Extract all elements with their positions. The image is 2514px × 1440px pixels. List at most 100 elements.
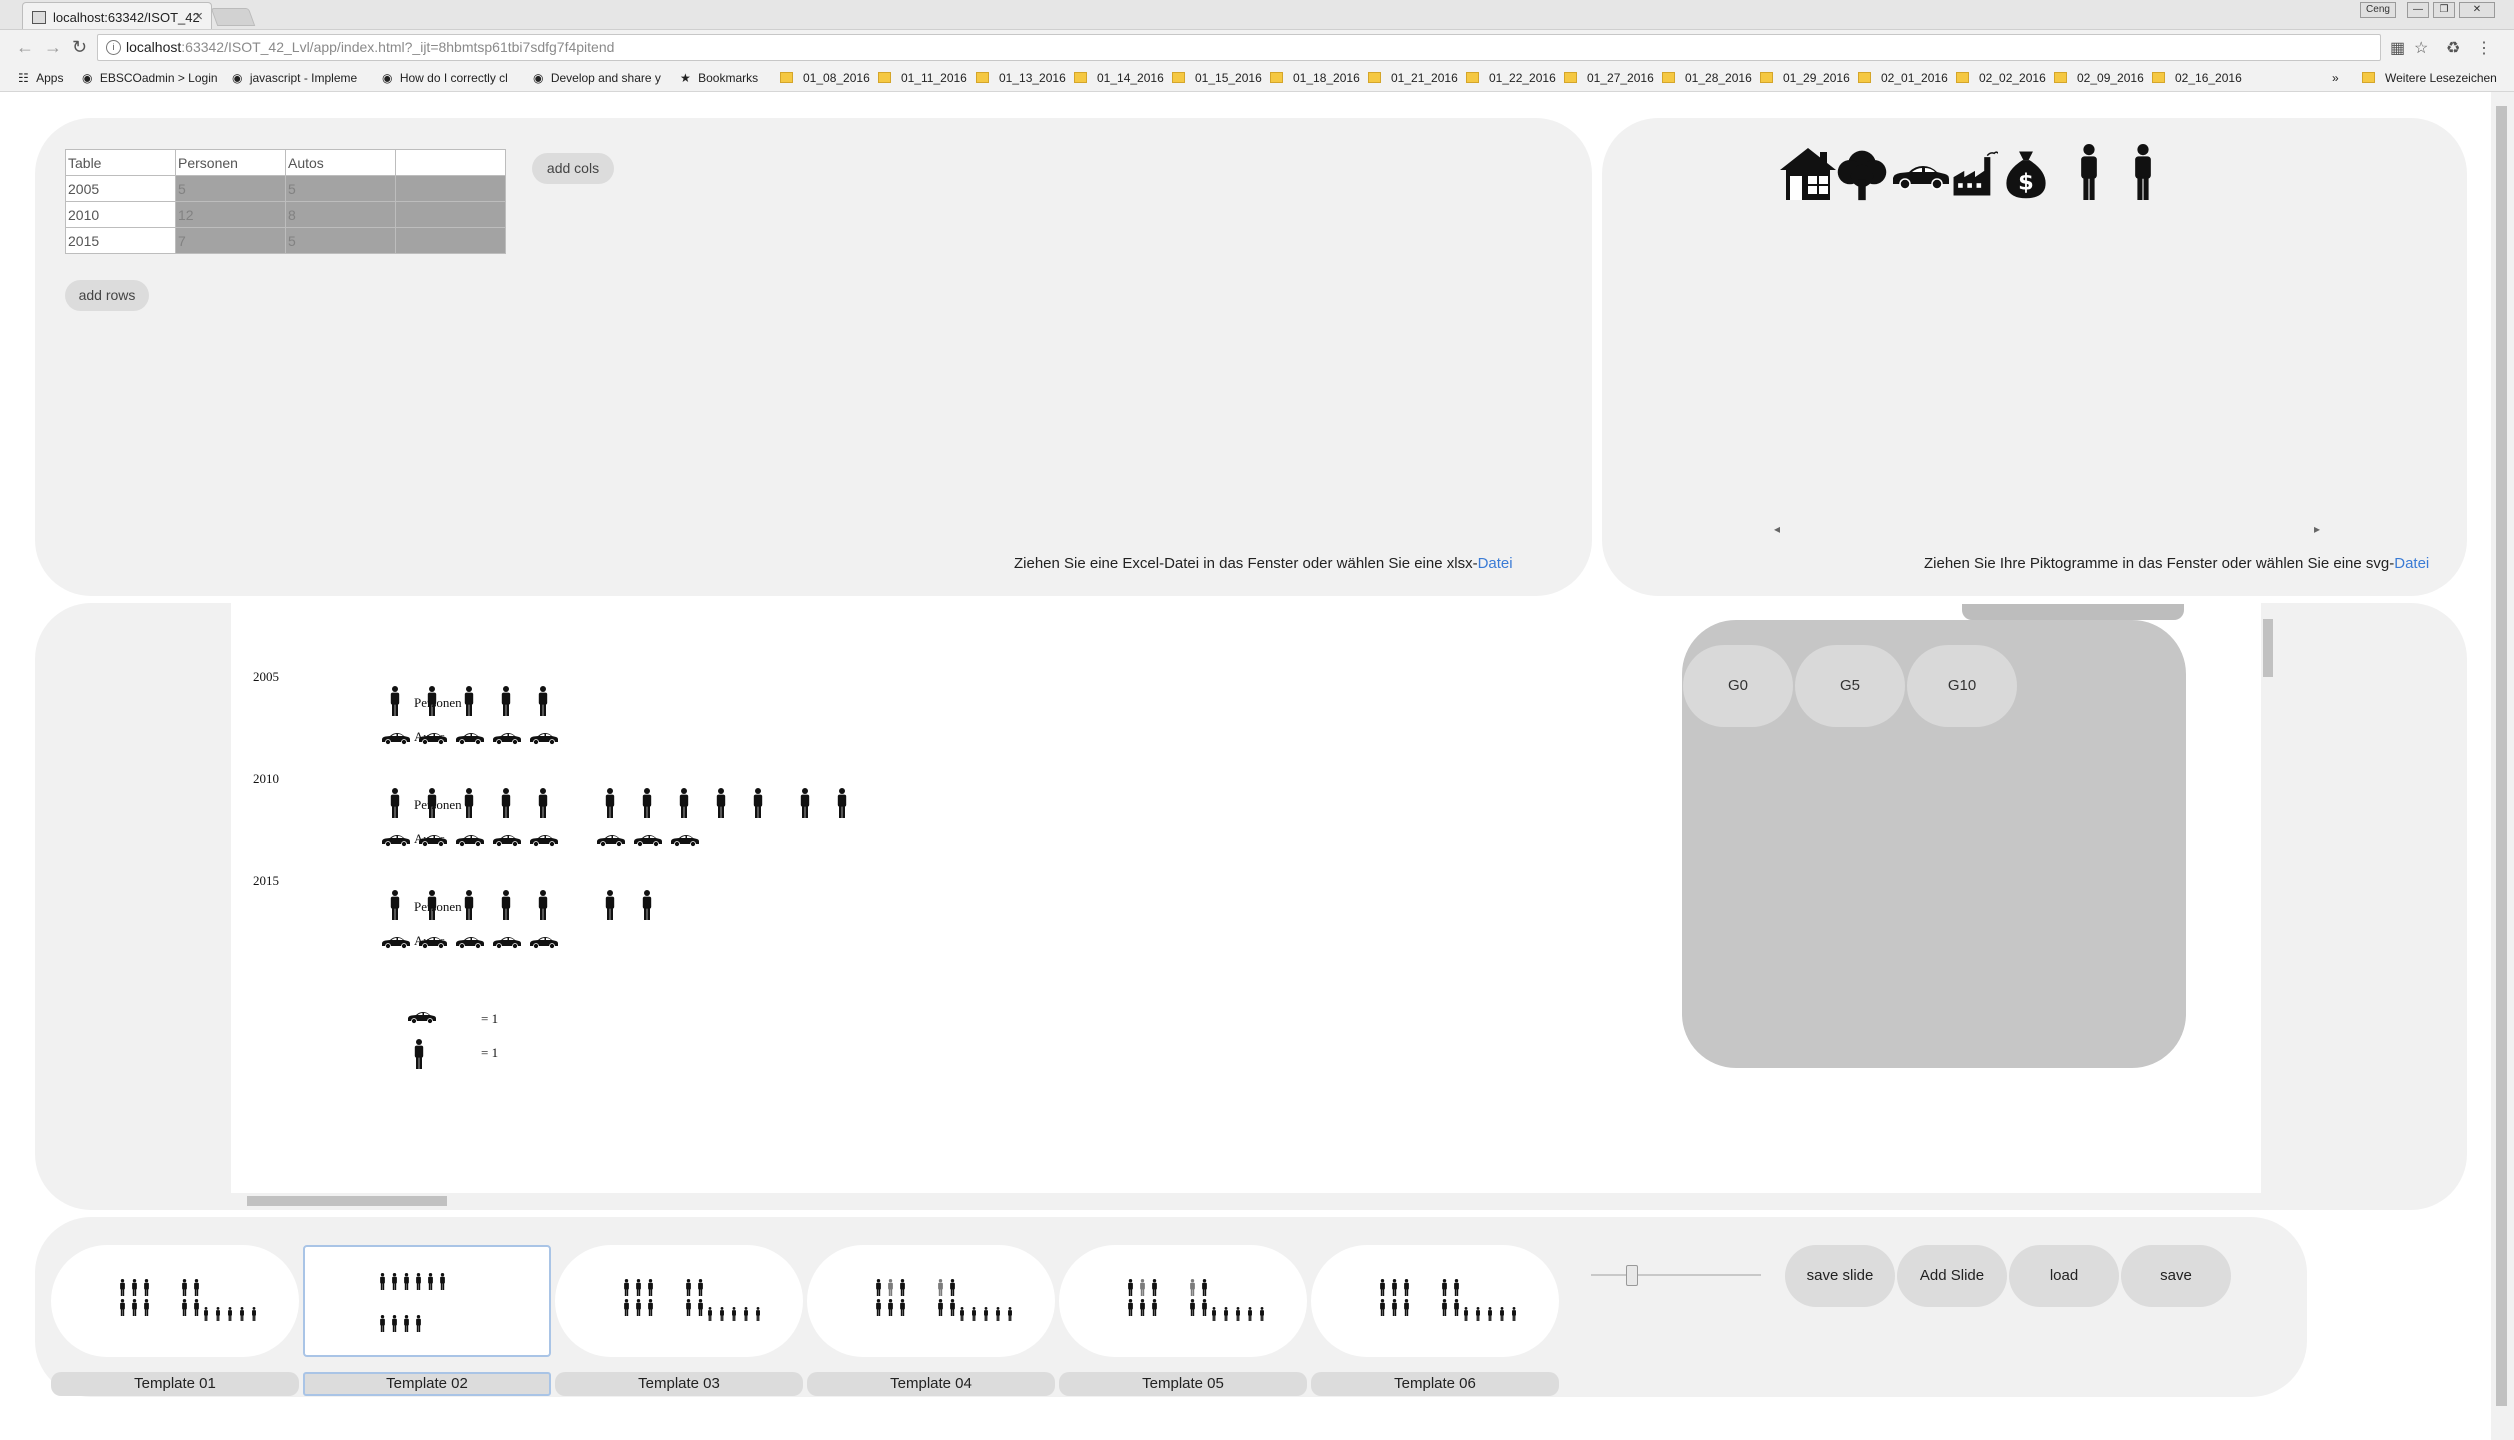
back-arrow-icon[interactable]: ← [16,37,34,58]
address-bar[interactable]: i localhost:63342/ISOT_42_Lvl/app/index.… [97,34,2381,61]
add-slide-button[interactable]: Add Slide [1897,1245,2007,1307]
minimize-button[interactable]: — [2407,2,2429,18]
table-header-cell[interactable] [395,149,506,176]
bookmark-item[interactable]: ◉ javascript - Impleme [232,71,357,85]
person-icon[interactable] [2074,144,2104,204]
bookmark-item[interactable]: 01_21_2016 [1368,71,1458,85]
pictogram-scrollbar[interactable]: ◂ ▸ [1774,522,2320,538]
extension-icon[interactable]: ♻ [2446,38,2460,58]
bookmark-item[interactable]: 02_01_2016 [1858,71,1948,85]
canvas-horizontal-scrollbar-thumb[interactable] [247,1196,447,1206]
template-thumbnail[interactable] [555,1245,803,1357]
other-bookmarks[interactable]: Weitere Lesezeichen [2362,71,2497,85]
close-window-button[interactable]: ✕ [2459,2,2495,18]
template-label[interactable]: Template 06 [1311,1372,1559,1396]
apps-bookmark[interactable]: ☷ Apps [18,71,63,85]
template-label[interactable]: Template 03 [555,1372,803,1396]
template-label[interactable]: Template 01 [51,1372,299,1396]
group-button-g0[interactable]: G0 [1683,645,1793,727]
house-icon[interactable] [1778,144,1838,204]
load-button[interactable]: load [2009,1245,2119,1307]
bookmark-star-icon[interactable]: ☆ [2414,38,2428,58]
money-bag-icon[interactable] [2000,144,2052,204]
info-icon[interactable]: i [106,40,121,55]
bookmark-item[interactable]: 01_28_2016 [1662,71,1752,85]
bookmark-item[interactable]: 01_15_2016 [1172,71,1262,85]
table-header-cell[interactable]: Autos [285,149,396,176]
table-cell[interactable]: 2015 [65,227,176,254]
template-thumbnail[interactable] [51,1245,299,1357]
table-cell[interactable]: 5 [285,175,396,202]
bookmark-item[interactable]: 02_02_2016 [1956,71,2046,85]
template-label[interactable]: Template 02 [303,1372,551,1396]
table-cell[interactable] [395,201,506,228]
template-label[interactable]: Template 05 [1059,1372,1307,1396]
bookmark-item[interactable]: 01_22_2016 [1466,71,1556,85]
scroll-left-icon[interactable]: ◂ [1774,522,1780,536]
tree-icon[interactable] [1834,144,1890,204]
bookmark-item[interactable]: 01_18_2016 [1270,71,1360,85]
table-cell[interactable] [395,227,506,254]
table-cell[interactable]: 5 [285,227,396,254]
template-thumbnail[interactable] [1059,1245,1307,1357]
table-cell[interactable]: 5 [175,175,286,202]
save-slide-button[interactable]: save slide [1785,1245,1895,1307]
group-button-g5[interactable]: G5 [1795,645,1905,727]
zoom-slider[interactable] [1591,1265,1761,1286]
template-thumbnail[interactable] [1311,1245,1559,1357]
person-icon[interactable] [2128,144,2158,204]
bookmark-item[interactable]: ◉ How do I correctly cl [382,71,508,85]
table-cell[interactable] [395,175,506,202]
table-cell[interactable]: 2005 [65,175,176,202]
new-tab-button[interactable] [210,8,256,26]
bookmarks-overflow-button[interactable]: » [2332,71,2339,85]
bookmark-label: How do I correctly cl [399,71,508,85]
save-button[interactable]: save [2121,1245,2231,1307]
bookmark-item[interactable]: 01_29_2016 [1760,71,1850,85]
bookmark-item[interactable]: ◉ Develop and share y [533,71,661,85]
factory-icon[interactable] [1952,144,1998,204]
zoom-slider-knob[interactable] [1626,1265,1638,1286]
add-cols-button[interactable]: add cols [532,153,614,184]
bookmark-item[interactable]: 01_13_2016 [976,71,1066,85]
template-thumbnail[interactable] [807,1245,1055,1357]
maximize-button[interactable]: ❐ [2433,2,2455,18]
page-scrollbar-thumb[interactable] [2496,106,2507,1406]
profile-button[interactable]: Ceng [2360,2,2396,18]
reload-icon[interactable]: ↻ [72,37,87,58]
bookmark-item[interactable]: 01_14_2016 [1074,71,1164,85]
browser-tab-active[interactable]: localhost:63342/ISOT_42 × [22,2,212,29]
bookmark-item[interactable]: ★ Bookmarks [680,71,758,85]
canvas-vertical-scrollbar[interactable] [2261,603,2275,1193]
canvas-horizontal-scrollbar[interactable] [233,1193,2258,1208]
car-icon [670,834,700,847]
excel-file-link[interactable]: Datei [1478,555,1513,572]
template-thumbnail[interactable] [303,1245,551,1357]
bookmark-item[interactable]: 02_16_2016 [2152,71,2242,85]
scroll-right-icon[interactable]: ▸ [2314,522,2320,536]
table-cell[interactable]: 12 [175,201,286,228]
close-tab-icon[interactable]: × [194,8,203,25]
bookmark-item[interactable]: 02_09_2016 [2054,71,2144,85]
group-button-g10[interactable]: G10 [1907,645,2017,727]
table-cell[interactable]: 7 [175,227,286,254]
menu-icon[interactable]: ⋮ [2476,38,2492,58]
canvas-vertical-scrollbar-thumb[interactable] [2263,619,2273,677]
template-label[interactable]: Template 04 [807,1372,1055,1396]
bookmark-item[interactable]: 01_08_2016 [780,71,870,85]
add-rows-button[interactable]: add rows [65,280,149,311]
group-panel-handle[interactable] [1962,604,2184,620]
table-cell[interactable]: 8 [285,201,396,228]
page-scrollbar[interactable] [2491,92,2514,1440]
forward-arrow-icon[interactable]: → [44,37,62,58]
table-row: 2010 12 8 [65,201,506,228]
table-cell[interactable]: 2010 [65,201,176,228]
bookmark-item[interactable]: ◉ EBSCOadmin > Login [82,71,218,85]
table-header-cell[interactable]: Personen [175,149,286,176]
car-icon[interactable] [1890,144,1952,204]
bookmark-item[interactable]: 01_11_2016 [878,71,967,85]
translate-icon[interactable]: ▦ [2390,38,2405,58]
svg-file-link[interactable]: Datei [2394,555,2429,572]
bookmark-item[interactable]: 01_27_2016 [1564,71,1654,85]
table-header-cell[interactable]: Table [65,149,176,176]
